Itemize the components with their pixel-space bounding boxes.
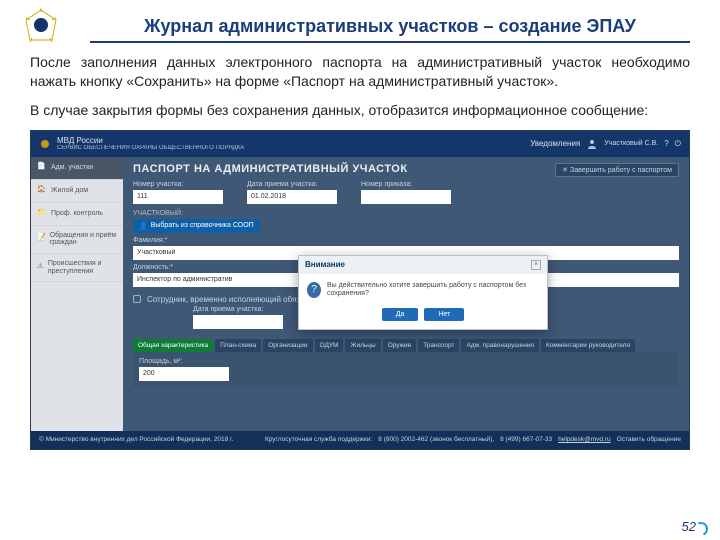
brand: МВД России СЕРВИС ОБЕСПЕЧЕНИЯ ОХРАНЫ ОБЩ…: [57, 137, 244, 151]
sidebar: 📄Адм. участки 🏠Жилой дом 📁Проф. контроль…: [31, 157, 123, 449]
sidebar-item-appeals[interactable]: 📝Обращения и приём граждан: [31, 226, 123, 254]
tab-odum[interactable]: ОДУМ: [315, 339, 344, 352]
help-icon[interactable]: ?: [664, 139, 668, 148]
notify-link[interactable]: Уведомления: [530, 139, 580, 148]
folder-icon: 📁: [37, 209, 47, 219]
question-icon: ?: [307, 282, 321, 298]
accept-date2-input[interactable]: [193, 315, 283, 329]
tabs: Общая характеристика План-схема Организа…: [133, 339, 679, 352]
tab-violations[interactable]: Адм. правонарушения: [461, 339, 539, 352]
app-footer: © Министерство внутренних дел Российской…: [31, 431, 689, 449]
area-input[interactable]: [139, 367, 229, 381]
order-number-label: Номер приказа:: [361, 181, 451, 188]
brand-name: МВД России: [57, 137, 244, 145]
footer-copy: © Министерство внутренних дел Российской…: [39, 436, 233, 443]
footer-support: Круглосуточная служба поддержки:: [265, 436, 372, 443]
sidebar-item-adm[interactable]: 📄Адм. участки: [31, 157, 123, 180]
surname-label: Фамилия:*: [133, 237, 679, 244]
user-name[interactable]: Участковый С.В.: [604, 140, 658, 147]
select-from-directory-button[interactable]: 👤Выбрать из справочника СООП: [133, 219, 260, 233]
footer-phone1: 8 (800) 2002-462 (звонок бесплатный),: [378, 436, 494, 443]
footer-offer[interactable]: Оставить обращение: [617, 436, 681, 443]
mvd-logo: [20, 6, 62, 53]
tab-transport[interactable]: Транспорт: [418, 339, 459, 352]
plot-number-label: Номер участка:: [133, 181, 223, 188]
accept-date-label: Дата приема участка:: [247, 181, 337, 188]
sidebar-item-prof[interactable]: 📁Проф. контроль: [31, 203, 123, 226]
dialog-text: Вы действительно хотите завершить работу…: [327, 282, 539, 299]
accept-date-input[interactable]: [247, 190, 337, 204]
edit-icon: 📝: [37, 234, 46, 244]
confirm-dialog: Внимание × ? Вы действительно хотите зав…: [298, 255, 548, 331]
tab-residents[interactable]: Жильцы: [345, 339, 380, 352]
officer-section-label: УЧАСТКОВЫЙ:: [133, 210, 679, 217]
footer-phone2: 8 (499) 667-07-33: [500, 436, 552, 443]
user-icon: [586, 138, 598, 150]
slide-paragraph-2: В случае закрытия формы без сохранения д…: [30, 101, 690, 120]
power-icon[interactable]: ⏻: [675, 139, 681, 149]
app-screenshot: МВД России СЕРВИС ОБЕСПЕЧЕНИЯ ОХРАНЫ ОБЩ…: [30, 130, 690, 450]
tab-plan[interactable]: План-схема: [215, 339, 261, 352]
emblem-icon: [39, 138, 51, 150]
close-passport-button[interactable]: ✕ Завершить работу с паспортом: [555, 163, 679, 177]
tab-weapons[interactable]: Оружие: [383, 339, 417, 352]
slide-paragraph-1: После заполнения данных электронного пас…: [30, 53, 690, 91]
sidebar-item-house[interactable]: 🏠Жилой дом: [31, 180, 123, 203]
doc-icon: 📄: [37, 163, 47, 173]
slide-title: Журнал административных участков – созда…: [90, 16, 690, 43]
dialog-no-button[interactable]: Нет: [424, 308, 464, 321]
area-label: Площадь, м²:: [139, 358, 673, 365]
sidebar-item-incidents[interactable]: ⚠Происшествия и преступления: [31, 254, 123, 282]
footer-email[interactable]: helpdesk@mvd.ru: [558, 436, 610, 443]
dialog-title: Внимание: [305, 260, 345, 269]
brand-sub: СЕРВИС ОБЕСПЕЧЕНИЯ ОХРАНЫ ОБЩЕСТВЕННОГО …: [57, 145, 244, 151]
house-icon: 🏠: [37, 186, 47, 196]
alert-icon: ⚠: [37, 263, 44, 273]
tab-comments[interactable]: Комментарии руководителя: [541, 339, 635, 352]
dialog-yes-button[interactable]: Да: [382, 308, 419, 321]
tab-general[interactable]: Общая характеристика: [133, 339, 213, 352]
order-number-input[interactable]: [361, 190, 451, 204]
person-icon: 👤: [139, 222, 148, 230]
dialog-close-button[interactable]: ×: [531, 260, 541, 270]
plot-number-input[interactable]: [133, 190, 223, 204]
tab-org[interactable]: Организации: [263, 339, 312, 352]
acting-checkbox[interactable]: [133, 295, 141, 303]
accept-date2-label: Дата приема участка:: [193, 306, 283, 313]
main-panel: ПАСПОРТ НА АДМИНИСТРАТИВНЫЙ УЧАСТОК ✕ За…: [123, 157, 689, 449]
app-header: МВД России СЕРВИС ОБЕСПЕЧЕНИЯ ОХРАНЫ ОБЩ…: [31, 131, 689, 157]
